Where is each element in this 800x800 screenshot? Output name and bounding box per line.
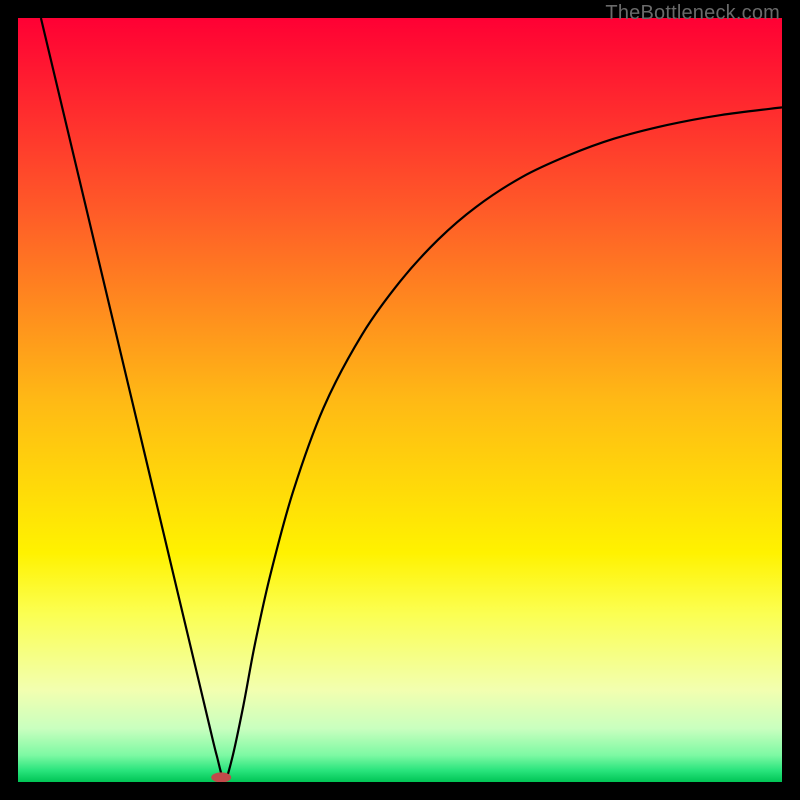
optimal-marker — [211, 772, 231, 782]
watermark-text: TheBottleneck.com — [605, 2, 780, 25]
bottleneck-plot — [18, 18, 782, 782]
chart-frame — [18, 18, 782, 782]
